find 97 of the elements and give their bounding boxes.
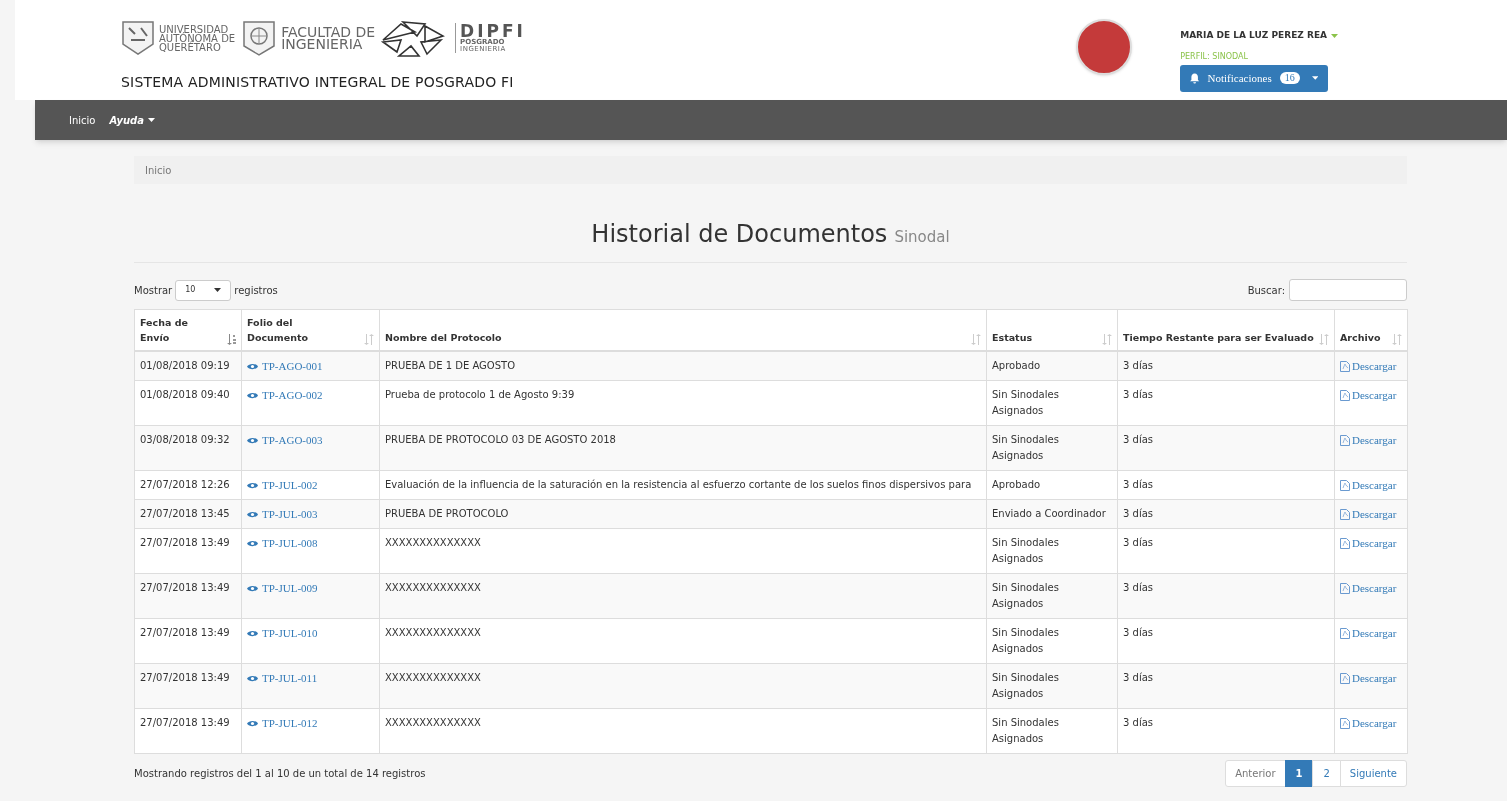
system-title: SISTEMA ADMINISTRATIVO INTEGRAL DE POSGRADO FI — [121, 73, 515, 92]
nav-link[interactable]: Ayuda — [109, 112, 156, 128]
table-cell: Sin Sinodales Asignados — [986, 425, 1118, 471]
table-cell: 01/08/2018 09:40 — [134, 380, 242, 426]
table-cell: XXXXXXXXXXXXXX — [379, 708, 987, 754]
document-icon — [1340, 582, 1350, 594]
caret-icon — [148, 118, 156, 122]
table-cell: Sin Sinodales Asignados — [986, 708, 1118, 754]
table-cell: 01/08/2018 09:19 — [134, 351, 242, 381]
document-icon — [1340, 508, 1350, 520]
table-cell: XXXXXXXXXXXXXX — [379, 663, 987, 709]
eye-icon — [247, 539, 258, 547]
table-cell: PRUEBA DE PROTOCOLO — [379, 499, 987, 529]
table-cell: 3 días — [1117, 618, 1335, 664]
table-cell: XXXXXXXXXXXXXX — [379, 618, 987, 664]
table-cell: 27/07/2018 13:49 — [134, 573, 242, 619]
document-icon — [1340, 360, 1350, 372]
document-icon — [1340, 389, 1350, 401]
table-cell: PRUEBA DE 1 DE AGOSTO — [379, 351, 987, 381]
profile-picture-placeholder — [1076, 19, 1133, 75]
document-link[interactable]: TP-JUL-011 — [247, 670, 318, 686]
notifications-button[interactable]: Notificaciones 16 — [1180, 64, 1329, 92]
table-cell: 27/07/2018 13:49 — [134, 708, 242, 754]
eye-icon — [247, 584, 258, 592]
faculty-name: FACULTAD DE INGENIERIA — [281, 26, 376, 50]
page-title: Historial de Documentos — [591, 219, 888, 250]
notification-count-badge: 16 — [1279, 72, 1300, 84]
document-icon — [1340, 537, 1350, 549]
table-cell: 27/07/2018 13:49 — [134, 618, 242, 664]
previous-page-button[interactable]: Anterior — [1225, 760, 1286, 787]
eye-icon — [247, 391, 258, 399]
caret-icon — [1311, 76, 1319, 80]
document-link[interactable]: TP-JUL-009 — [247, 580, 318, 596]
table-cell: 3 días — [1117, 351, 1335, 381]
table-cell: Sin Sinodales Asignados — [986, 663, 1118, 709]
profile-label: PERFIL: SINODAL — [1180, 50, 1249, 63]
dipfi-logo-text: DIPFI — [460, 23, 526, 39]
caret-icon — [1331, 33, 1338, 38]
table-cell: XXXXXXXXXXXXXX — [379, 573, 987, 619]
bell-icon — [1190, 72, 1200, 84]
document-icon — [1340, 434, 1350, 446]
document-icon — [1340, 627, 1350, 639]
page-button[interactable]: 2 — [1312, 760, 1341, 787]
table-cell: 27/07/2018 13:49 — [134, 528, 242, 574]
caret-icon — [214, 288, 222, 292]
search-field[interactable] — [1289, 279, 1407, 301]
document-icon — [1340, 717, 1350, 729]
table-cell: 3 días — [1117, 573, 1335, 619]
table-cell: Aprobado — [986, 351, 1118, 381]
user-menu-button[interactable]: MARIA DE LA LUZ PEREZ REA — [1180, 29, 1338, 43]
university-name: UNIVERSIDAD AUTÓNOMA DE QUERÉTARO — [159, 24, 236, 52]
eye-icon — [247, 481, 258, 489]
table-cell: Aprobado — [986, 470, 1118, 500]
table-cell: Evaluación de la influencia de la saturación en la resistencia al esfuerzo cortante de los suelos finos dispersivos para — [379, 470, 987, 500]
table-cell: 3 días — [1117, 499, 1335, 529]
page-length-select[interactable]: 10 — [175, 279, 232, 301]
document-link[interactable]: TP-JUL-010 — [247, 625, 318, 641]
table-cell: 3 días — [1117, 663, 1335, 709]
breadcrumb-item[interactable]: Inicio — [145, 162, 172, 178]
university-crest-icon — [121, 20, 155, 56]
nav-link[interactable]: Inicio — [69, 112, 96, 128]
page-subtitle: Sinodal — [894, 227, 950, 248]
eye-icon — [247, 510, 258, 518]
table-cell: 3 días — [1117, 708, 1335, 754]
faculty-crest-icon — [241, 19, 278, 57]
table-info: Mostrando registros del 1 al 10 de un total de 14 registros — [134, 767, 426, 781]
table-cell: Sin Sinodales Asignados — [986, 618, 1118, 664]
table-cell: 3 días — [1117, 425, 1335, 471]
document-link[interactable]: TP-JUL-008 — [247, 535, 318, 551]
table-cell: 3 días — [1117, 528, 1335, 574]
table-cell: 27/07/2018 13:49 — [134, 663, 242, 709]
records-label: registros — [234, 283, 278, 298]
table-cell: Sin Sinodales Asignados — [986, 528, 1118, 574]
document-link[interactable]: TP-AGO-003 — [247, 432, 323, 448]
document-link[interactable]: TP-JUL-012 — [247, 715, 318, 731]
document-icon — [1340, 672, 1350, 684]
eye-icon — [247, 629, 258, 637]
table-cell: XXXXXXXXXXXXXX — [379, 528, 987, 574]
eye-icon — [247, 719, 258, 727]
table-cell: 27/07/2018 13:45 — [134, 499, 242, 529]
show-label: Mostrar — [134, 283, 173, 298]
table-cell: Enviado a Coordinador — [986, 499, 1118, 529]
table-cell: Sin Sinodales Asignados — [986, 380, 1118, 426]
eye-icon — [247, 674, 258, 682]
table-cell: Prueba de protocolo 1 de Agosto 9:39 — [379, 380, 987, 426]
table-cell: PRUEBA DE PROTOCOLO 03 DE AGOSTO 2018 — [379, 425, 987, 471]
eye-icon — [247, 362, 258, 370]
eye-icon — [247, 436, 258, 444]
search-label: Buscar: — [1247, 283, 1285, 298]
document-link[interactable]: TP-AGO-002 — [247, 387, 323, 403]
table-cell: 3 días — [1117, 380, 1335, 426]
next-page-button[interactable]: Siguiente — [1339, 760, 1407, 787]
table-cell: Sin Sinodales Asignados — [986, 573, 1118, 619]
table-cell: 3 días — [1117, 470, 1335, 500]
document-icon — [1340, 479, 1350, 491]
table-cell: 03/08/2018 09:32 — [134, 425, 242, 471]
table-cell: 27/07/2018 12:26 — [134, 470, 242, 500]
